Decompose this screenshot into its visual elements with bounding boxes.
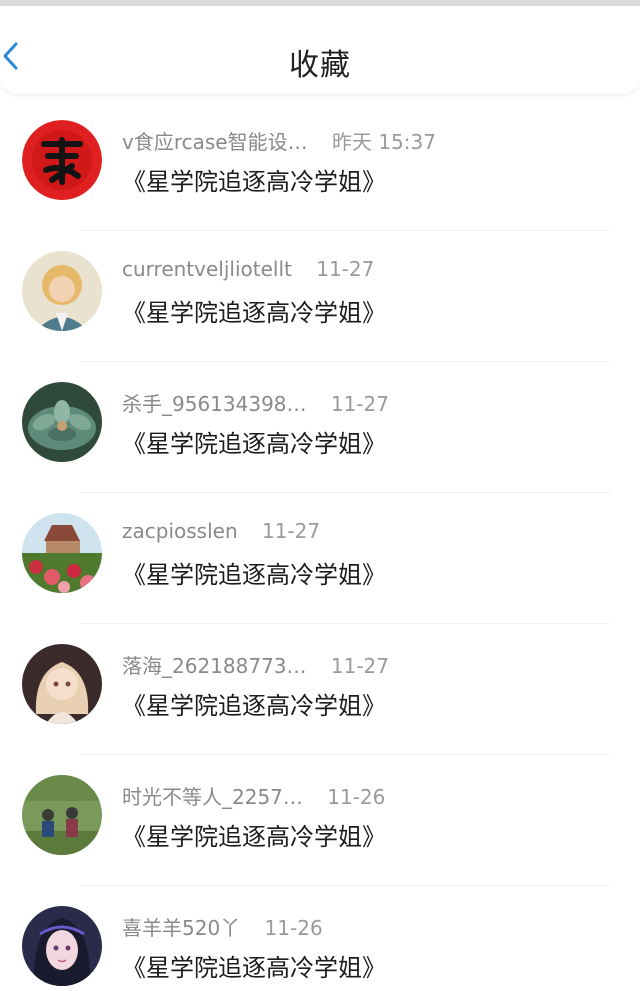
username: 杀手_956134398… [122, 392, 307, 416]
list-item[interactable]: 落海_262188773… 11-27 《星学院追逐高冷学姐》 [0, 624, 640, 755]
list-item[interactable]: currentveljliotellt 11-27 《星学院追逐高冷学姐》 [0, 231, 640, 362]
timestamp: 11-27 [330, 654, 390, 678]
favorites-list: v食应rcase智能设… 昨天 15:37 《星学院追逐高冷学姐》 curren… [0, 100, 640, 991]
item-content: 《星学院追逐高冷学姐》 [122, 954, 386, 982]
item-content: 《星学院追逐高冷学姐》 [122, 299, 386, 327]
timestamp: 11-26 [327, 785, 386, 809]
username: v食应rcase智能设… [122, 130, 308, 154]
username: 落海_262188773… [122, 654, 307, 678]
timestamp: 11-27 [316, 257, 375, 281]
item-meta: 杀手_956134398… 11-27 [122, 388, 389, 418]
username: currentveljliotellt [122, 257, 292, 281]
item-meta: v食应rcase智能设… 昨天 15:37 [122, 126, 436, 156]
timestamp: 昨天 15:37 [331, 130, 436, 154]
item-meta: zacpiosslen 11-27 [122, 519, 320, 549]
avatar[interactable] [22, 906, 102, 986]
avatar[interactable] [22, 251, 102, 331]
list-item[interactable]: zacpiosslen 11-27 《星学院追逐高冷学姐》 [0, 493, 640, 624]
item-content: 《星学院追逐高冷学姐》 [122, 692, 386, 720]
item-meta: 喜羊羊520丫 11-26 [122, 912, 323, 942]
item-content: 《星学院追逐高冷学姐》 [122, 430, 386, 458]
timestamp: 11-27 [330, 392, 390, 416]
item-meta: 落海_262188773… 11-27 [122, 650, 389, 680]
timestamp: 11-26 [264, 916, 323, 940]
username: 时光不等人_2257… [122, 785, 303, 809]
avatar[interactable] [22, 775, 102, 855]
username: 喜羊羊520丫 [122, 916, 241, 940]
avatar[interactable] [22, 644, 102, 724]
list-item[interactable]: 喜羊羊520丫 11-26 《星学院追逐高冷学姐》 [0, 886, 640, 991]
list-item[interactable]: 时光不等人_2257… 11-26 《星学院追逐高冷学姐》 [0, 755, 640, 886]
item-content: 《星学院追逐高冷学姐》 [122, 823, 386, 851]
list-item[interactable]: 杀手_956134398… 11-27 《星学院追逐高冷学姐》 [0, 362, 640, 493]
username: zacpiosslen [122, 519, 238, 543]
list-item[interactable]: v食应rcase智能设… 昨天 15:37 《星学院追逐高冷学姐》 [0, 100, 640, 231]
avatar[interactable] [22, 120, 102, 200]
avatar[interactable] [22, 513, 102, 593]
timestamp: 11-27 [261, 519, 321, 543]
item-content: 《星学院追逐高冷学姐》 [122, 168, 386, 196]
avatar[interactable] [22, 382, 102, 462]
page-title: 收藏 [289, 48, 351, 83]
app-header: 收藏 [0, 6, 640, 94]
item-content: 《星学院追逐高冷学姐》 [122, 561, 386, 589]
item-meta: currentveljliotellt 11-27 [122, 257, 374, 287]
item-meta: 时光不等人_2257… 11-26 [122, 781, 385, 811]
